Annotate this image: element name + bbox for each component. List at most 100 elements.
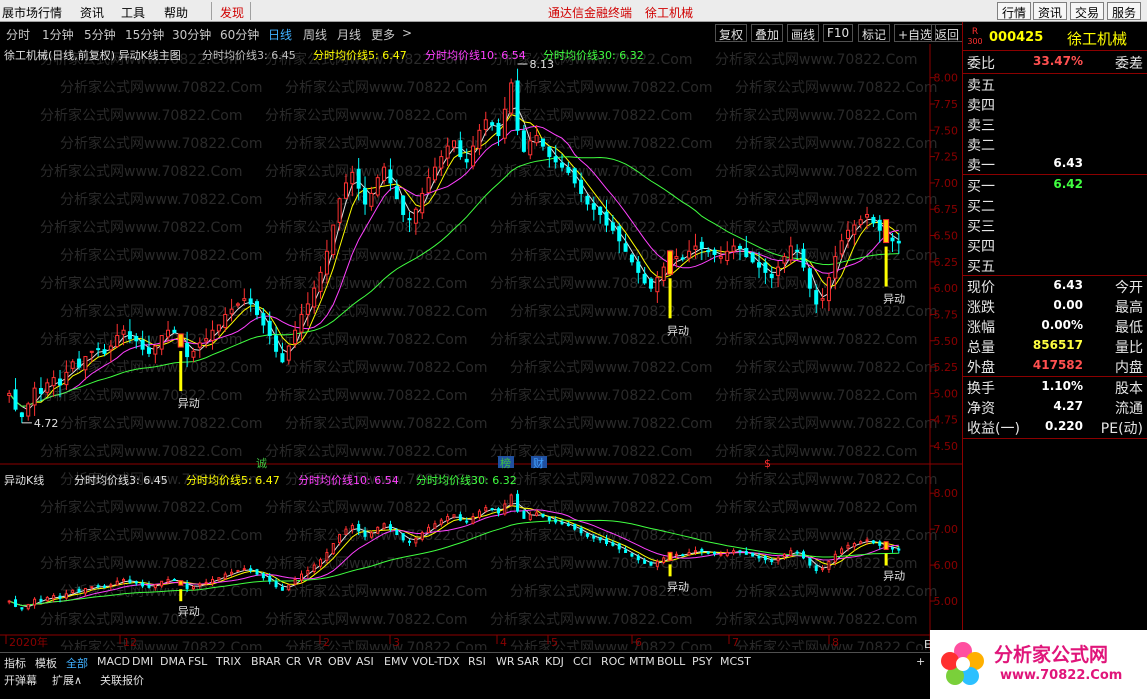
stat-netasset-row: 净资 4.27 流通 [967, 397, 1143, 417]
candle-body [712, 249, 717, 255]
back-button[interactable]: 返回 [931, 24, 963, 42]
info-button[interactable]: 资讯 [1033, 2, 1068, 20]
top-menubar: 展市场行情 资讯 工具 帮助 发现 通达信金融终端 徐工机械 行情 资讯 交易 … [0, 0, 1147, 22]
overlay-button[interactable]: 叠加 [751, 24, 784, 42]
candle-body [554, 519, 558, 523]
signal-label: 异动 [883, 570, 905, 583]
menu-market[interactable]: 展市场行情 [2, 4, 62, 21]
indicator-tab[interactable]: MACD [97, 655, 130, 668]
extra-tab[interactable]: 扩展∧ [52, 672, 82, 688]
candle-body [662, 557, 666, 563]
indicator-tab[interactable]: TRIX [216, 655, 241, 668]
service-button[interactable]: 服务 [1107, 2, 1142, 20]
indicator-tab[interactable]: ASI [356, 655, 374, 668]
sub-indicator-bar: 异动K线 分时均价线3: 6.45 分时均价线5: 6.47 分时均价线10: … [4, 472, 704, 487]
indicator-tab[interactable]: 模板 [35, 655, 57, 671]
stat-turnover-row: 换手 1.10% 股本 [967, 377, 1143, 397]
indicator-tab[interactable]: WR [496, 655, 515, 668]
add-indicator-button[interactable]: + [916, 655, 925, 668]
indicator-tab[interactable]: KDJ [545, 655, 564, 668]
sub-chart-title: 异动K线 [4, 474, 45, 487]
quote-panel: R 300 000425 徐工机械 委比 33.47% 委差 卖五 卖四 卖三 … [962, 22, 1147, 652]
indicator-tab[interactable]: CR [286, 655, 301, 668]
candle-body [71, 589, 75, 593]
signal-label: 异动 [667, 324, 689, 337]
candle-body [541, 513, 545, 518]
candle-body [312, 287, 317, 308]
indicator-tab[interactable]: CCI [573, 655, 592, 668]
signal-label: 异动 [667, 580, 689, 593]
indicator-tab[interactable]: ROC [601, 655, 625, 668]
candle-body [287, 584, 291, 591]
candle-body [343, 182, 348, 199]
menu-tools[interactable]: 工具 [121, 4, 145, 21]
stat-value: 417582 [1032, 358, 1083, 372]
indicator-tab[interactable]: OBV [328, 655, 351, 668]
period-15min[interactable]: 15分钟 [125, 26, 164, 43]
indicator-tab[interactable]: PSY [692, 655, 712, 668]
indicator-tab[interactable]: MCST [720, 655, 751, 668]
price-tick-label: 7.50 [934, 124, 959, 137]
f10-button[interactable]: F10 [823, 24, 854, 42]
indicator-tab[interactable]: VOL-TDX [412, 655, 460, 668]
period-monthly[interactable]: 月线 [337, 26, 361, 43]
indicator-tab[interactable]: BOLL [657, 655, 685, 668]
adjust-button[interactable]: 复权 [715, 24, 748, 42]
indicator-tab[interactable]: DMI [132, 655, 153, 668]
watermark-text: 分析家公式网www.70822.Com [60, 639, 262, 650]
indicator-tab[interactable]: SAR [517, 655, 539, 668]
period-tick[interactable]: 分时 [6, 26, 30, 43]
add-watchlist-button[interactable]: +自选 [894, 24, 937, 42]
chevron-right-icon[interactable]: > [402, 26, 412, 40]
candle-body [172, 329, 177, 333]
buy1-value: 6.42 [1053, 177, 1083, 191]
candle-body [661, 266, 666, 281]
indicator-tab[interactable]: 指标 [4, 655, 26, 671]
candle-body [344, 528, 348, 535]
candle-body [369, 192, 374, 207]
extra-tab[interactable]: 关联报价 [100, 672, 144, 688]
indicator-tab[interactable]: DMA [160, 655, 186, 668]
stat-price-row: 现价 6.43 今开 [967, 276, 1143, 296]
price-tick-label: 5.75 [934, 308, 959, 321]
candle-body [96, 348, 101, 351]
candle-body [153, 584, 157, 589]
low-label: 4.72 [34, 417, 59, 430]
candle-body [395, 529, 399, 536]
period-60min[interactable]: 60分钟 [220, 26, 259, 43]
indicator-tab[interactable]: VR [307, 655, 322, 668]
candle-body [90, 586, 94, 589]
mark-button[interactable]: 标记 [858, 24, 891, 42]
menu-discover[interactable]: 发现 [220, 4, 244, 21]
quote-button[interactable]: 行情 [997, 2, 1032, 20]
kline-chart[interactable]: 分析家公式网www.70822.Com 分析家公式网www.70822.Com 分析… [0, 44, 962, 650]
indicator-tab[interactable]: 全部 [66, 655, 88, 671]
indicator-tab[interactable]: FSL [188, 655, 207, 668]
candle-body [216, 324, 221, 332]
period-1min[interactable]: 1分钟 [42, 26, 74, 43]
period-weekly[interactable]: 周线 [303, 26, 327, 43]
candle-body [420, 532, 424, 540]
candle-body [26, 403, 31, 417]
event-mark: 榜 [500, 456, 511, 470]
period-more[interactable]: 更多 [371, 26, 395, 43]
period-30min[interactable]: 30分钟 [172, 26, 211, 43]
extra-tab[interactable]: 开弹幕 [4, 672, 37, 688]
period-5min[interactable]: 5分钟 [84, 26, 116, 43]
menu-help[interactable]: 帮助 [164, 4, 188, 21]
menu-news[interactable]: 资讯 [80, 4, 104, 21]
candle-body [699, 241, 704, 249]
price-tick-label: 6.00 [934, 282, 959, 295]
buy1-row: 买一 6.42 [967, 175, 1143, 195]
candle-body [286, 345, 291, 361]
watermark-text: 分析家公式网www.70822.Com [265, 555, 467, 572]
price-tick-label: 8.00 [934, 72, 959, 85]
indicator-tab[interactable]: RSI [468, 655, 486, 668]
indicator-tab[interactable]: MTM [629, 655, 655, 668]
draw-line-button[interactable]: 画线 [787, 24, 820, 42]
indicator-tab[interactable]: BRAR [251, 655, 281, 668]
period-daily[interactable]: 日线 [268, 26, 292, 43]
trade-button[interactable]: 交易 [1070, 2, 1105, 20]
indicator-tab[interactable]: EMV [384, 655, 408, 668]
candle-body [693, 550, 697, 553]
